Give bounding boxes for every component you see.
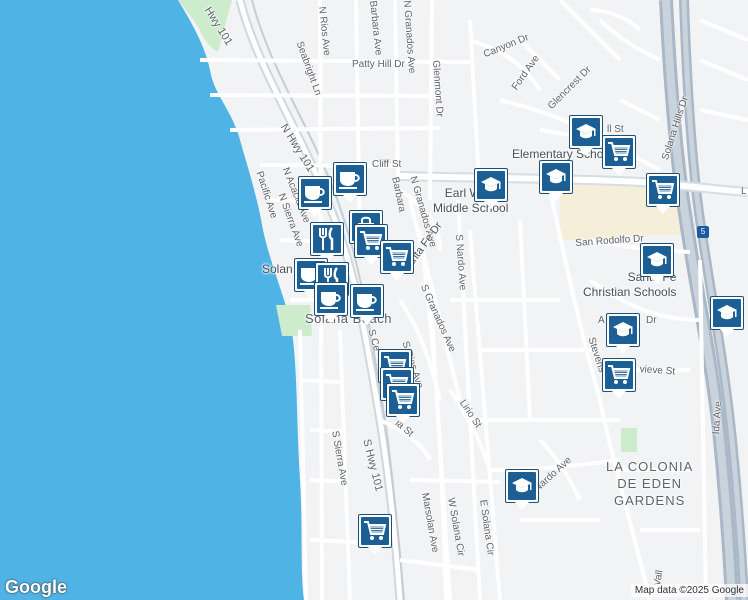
- marker-pointer: [656, 206, 670, 214]
- marker-pointer: [616, 346, 630, 354]
- graduation-cap-icon: [508, 472, 536, 500]
- map-marker-shopping-cart[interactable]: [358, 514, 392, 556]
- marker-box[interactable]: [640, 243, 674, 277]
- shopping-cart-icon: [383, 243, 411, 271]
- graduation-cap-icon: [542, 163, 570, 191]
- map-marker-shopping-cart[interactable]: [646, 173, 680, 215]
- google-logo: Google: [5, 577, 67, 597]
- graduation-cap-icon: [713, 299, 741, 327]
- marker-pointer: [360, 317, 374, 325]
- marker-box[interactable]: [358, 514, 392, 548]
- map-marker-graduation-cap[interactable]: [606, 313, 640, 355]
- marker-box[interactable]: [569, 115, 603, 149]
- marker-box[interactable]: [606, 313, 640, 347]
- shopping-cart-icon: [605, 361, 633, 389]
- ocean-area: [0, 0, 304, 600]
- map-marker-graduation-cap[interactable]: [710, 296, 744, 338]
- map-marker-graduation-cap[interactable]: [569, 115, 603, 157]
- marker-pointer: [612, 168, 626, 176]
- map-marker-graduation-cap[interactable]: [640, 243, 674, 285]
- street-label: Ida Ave: [711, 400, 725, 435]
- coffee-cup-icon: [353, 287, 381, 315]
- utensils-icon: [313, 225, 341, 253]
- graduation-cap-icon: [643, 246, 671, 274]
- marker-pointer: [720, 329, 734, 337]
- shopping-cart-icon: [649, 176, 677, 204]
- coffee-cup-icon: [317, 285, 345, 313]
- marker-pointer: [343, 195, 357, 203]
- marker-box[interactable]: [350, 284, 384, 318]
- marker-pointer: [484, 201, 498, 209]
- marker-box[interactable]: [298, 176, 332, 210]
- marker-box[interactable]: [602, 358, 636, 392]
- marker-box[interactable]: [710, 296, 744, 330]
- map-marker-graduation-cap[interactable]: [539, 160, 573, 202]
- marker-pointer: [308, 209, 322, 217]
- map-marker-coffee-cup[interactable]: [298, 176, 332, 218]
- map-marker-shopping-cart[interactable]: [386, 383, 420, 425]
- street-label: vieve St: [639, 364, 676, 378]
- map-marker-graduation-cap[interactable]: [474, 168, 508, 210]
- marker-pointer: [612, 391, 626, 399]
- marker-box[interactable]: [380, 240, 414, 274]
- marker-box[interactable]: [386, 383, 420, 417]
- marker-box[interactable]: [539, 160, 573, 194]
- street-label: A: [598, 315, 605, 326]
- marker-box[interactable]: [333, 162, 367, 196]
- map-marker-shopping-cart[interactable]: [602, 358, 636, 400]
- shopping-cart-icon: [389, 386, 417, 414]
- park-area-small: [621, 428, 637, 452]
- map-marker-shopping-cart[interactable]: [602, 135, 636, 177]
- graduation-cap-icon: [572, 118, 600, 146]
- marker-box[interactable]: [505, 469, 539, 503]
- shopping-cart-icon: [361, 517, 389, 545]
- marker-pointer: [650, 276, 664, 284]
- map-canvas[interactable]: N Rios Ave Barbara Ave N Granados Ave Gl…: [0, 0, 748, 600]
- marker-box[interactable]: [646, 173, 680, 207]
- marker-box[interactable]: [310, 222, 344, 256]
- marker-pointer: [390, 273, 404, 281]
- map-marker-coffee-cup[interactable]: [350, 284, 384, 326]
- graduation-cap-icon: [477, 171, 505, 199]
- street-label: Solan: [262, 262, 293, 276]
- marker-pointer: [396, 416, 410, 424]
- street-label: Patty Hill Dr: [352, 59, 405, 70]
- map-attribution[interactable]: Map data ©2025 Google: [630, 584, 748, 597]
- interstate-5-shield: 5: [697, 226, 709, 238]
- map-marker-shopping-cart[interactable]: [380, 240, 414, 282]
- map-marker-coffee-cup[interactable]: [333, 162, 367, 204]
- marker-box[interactable]: [602, 135, 636, 169]
- map-marker-coffee-cup[interactable]: [314, 282, 348, 324]
- marker-box[interactable]: [474, 168, 508, 202]
- place-label-la-colonia: LA COLONIA DE EDEN GARDENS: [606, 459, 694, 508]
- marker-pointer: [368, 547, 382, 555]
- street-label: L: [741, 186, 747, 197]
- street-label: Cliff St: [372, 159, 402, 170]
- marker-pointer: [549, 193, 563, 201]
- marker-pointer: [579, 148, 593, 156]
- street-label: Dr: [646, 315, 657, 326]
- coffee-cup-icon: [301, 179, 329, 207]
- map-marker-graduation-cap[interactable]: [505, 469, 539, 511]
- marker-pointer: [364, 257, 378, 265]
- graduation-cap-icon: [609, 316, 637, 344]
- marker-pointer: [515, 502, 529, 510]
- marker-pointer: [324, 315, 338, 323]
- shopping-cart-icon: [605, 138, 633, 166]
- coffee-cup-icon: [336, 165, 364, 193]
- marker-box[interactable]: [314, 282, 348, 316]
